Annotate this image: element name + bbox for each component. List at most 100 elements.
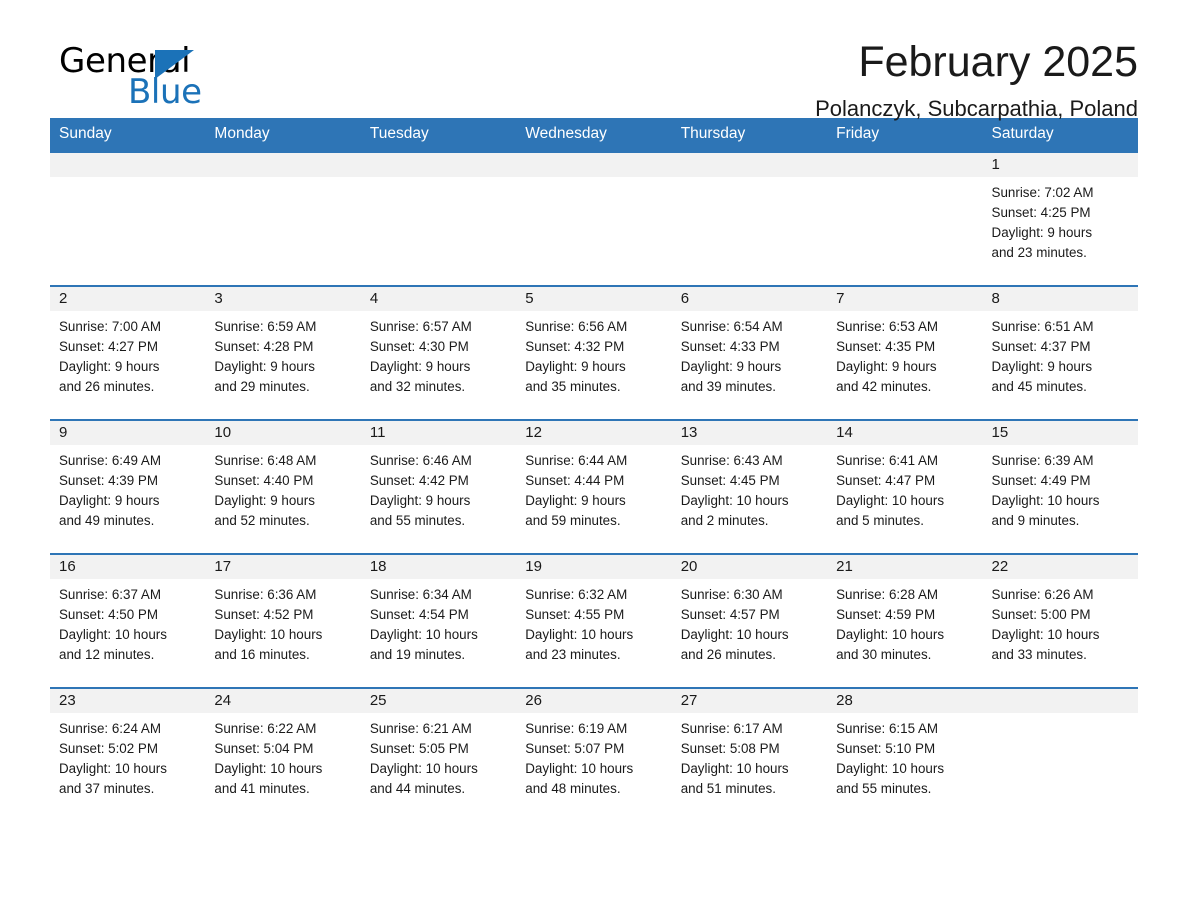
day-details: Sunrise: 6:54 AM Sunset: 4:33 PM Daylight:… [672, 311, 827, 397]
calendar-day-cell[interactable]: 20 Sunrise: 6:30 AM Sunset: 4:57 PM Dayligh… [671, 553, 828, 688]
calendar-day-cell[interactable]: 19 Sunrise: 6:32 AM Sunset: 4:55 PM Dayligh… [516, 553, 672, 688]
day-number [360, 153, 517, 177]
day-detail-line: Sunrise: 6:26 AM [991, 587, 1094, 602]
day-details: Sunrise: 6:22 AM Sunset: 5:04 PM Daylight:… [205, 713, 360, 799]
day-detail-line: and 9 minutes. [991, 513, 1080, 528]
day-details: Sunrise: 6:36 AM Sunset: 4:52 PM Daylight:… [205, 579, 360, 665]
day-detail-line: and 19 minutes. [369, 647, 466, 662]
day-details [672, 177, 827, 183]
day-detail-line: Sunrise: 6:46 AM [369, 453, 472, 468]
day-details [50, 177, 205, 183]
calendar-day-cell[interactable]: 1 Sunrise: 7:02 AM Sunset: 4:25 PM Daylight… [982, 151, 1138, 286]
day-number: 3 [205, 287, 361, 311]
day-detail-line: and 5 minutes. [836, 513, 924, 528]
day-detail-line: and 49 minutes. [59, 513, 155, 528]
calendar-day-cell[interactable]: 27 Sunrise: 6:17 AM Sunset: 5:08 PM Dayligh… [671, 687, 828, 822]
calendar-day-cell[interactable]: 23 Sunrise: 6:24 AM Sunset: 5:02 PM Dayligh… [50, 687, 206, 822]
calendar-day-cell[interactable]: 28 Sunrise: 6:15 AM Sunset: 5:10 PM Dayligh… [827, 687, 983, 822]
day-detail-line: Sunset: 5:08 PM [680, 741, 780, 756]
day-detail-line: Sunrise: 6:30 AM [680, 587, 783, 602]
calendar-day-cell[interactable]: 9 Sunrise: 6:49 AM Sunset: 4:39 PM Daylight… [50, 419, 206, 554]
calendar-day-cell[interactable]: 2 Sunrise: 7:00 AM Sunset: 4:27 PM Daylight… [50, 285, 206, 420]
day-details: Sunrise: 6:48 AM Sunset: 4:40 PM Daylight:… [205, 445, 360, 531]
day-detail-line: Daylight: 10 hours [836, 761, 945, 776]
day-detail-line: Sunrise: 6:32 AM [525, 587, 628, 602]
calendar-day-cell[interactable]: 15 Sunrise: 6:39 AM Sunset: 4:49 PM Dayligh… [982, 419, 1138, 554]
day-detail-line: Sunset: 4:39 PM [59, 473, 158, 488]
day-detail-line: Sunset: 4:27 PM [59, 339, 158, 354]
day-number: 14 [827, 421, 983, 445]
day-details: Sunrise: 6:46 AM Sunset: 4:42 PM Daylight:… [361, 445, 516, 531]
calendar-day-cell[interactable]: 4 Sunrise: 6:57 AM Sunset: 4:30 PM Daylight… [360, 285, 517, 420]
day-detail-line: and 37 minutes. [59, 781, 155, 796]
calendar-day-cell[interactable]: 7 Sunrise: 6:53 AM Sunset: 4:35 PM Daylight… [827, 285, 983, 420]
calendar-day-cell[interactable]: 17 Sunrise: 6:36 AM Sunset: 4:52 PM Dayligh… [205, 553, 361, 688]
calendar-day-cell[interactable]: 16 Sunrise: 6:37 AM Sunset: 4:50 PM Dayligh… [50, 553, 206, 688]
calendar-day-cell[interactable]: 11 Sunrise: 6:46 AM Sunset: 4:42 PM Dayligh… [360, 419, 517, 554]
calendar-day-cell[interactable]: 13 Sunrise: 6:43 AM Sunset: 4:45 PM Dayligh… [671, 419, 828, 554]
day-detail-line: Sunrise: 6:15 AM [836, 721, 939, 736]
day-detail-line: and 55 minutes. [369, 513, 466, 528]
day-detail-line: Sunset: 4:45 PM [680, 473, 780, 488]
day-number: 11 [360, 421, 517, 445]
day-details [827, 177, 982, 183]
calendar-day-cell[interactable]: 26 Sunrise: 6:19 AM Sunset: 5:07 PM Dayligh… [516, 687, 672, 822]
day-detail-line: Sunrise: 6:39 AM [991, 453, 1094, 468]
general-blue-logo[interactable]: General Blue [50, 44, 280, 114]
day-detail-line: and 51 minutes. [680, 781, 776, 796]
day-detail-line: Daylight: 9 hours [525, 359, 626, 374]
calendar-day-cell[interactable]: 3 Sunrise: 6:59 AM Sunset: 4:28 PM Daylight… [205, 285, 361, 420]
day-number: 21 [827, 555, 983, 579]
day-detail-line: Daylight: 9 hours [525, 493, 626, 508]
calendar-day-cell[interactable]: 5 Sunrise: 6:56 AM Sunset: 4:32 PM Daylight… [516, 285, 672, 420]
calendar-day-cell[interactable]: 18 Sunrise: 6:34 AM Sunset: 4:54 PM Dayligh… [360, 553, 517, 688]
day-detail-line: and 52 minutes. [214, 513, 310, 528]
day-detail-line: and 48 minutes. [525, 781, 621, 796]
calendar-day-cell[interactable]: 25 Sunrise: 6:21 AM Sunset: 5:05 PM Dayligh… [360, 687, 517, 822]
day-detail-line: and 2 minutes. [680, 513, 769, 528]
weekday-header-row: Sunday Monday Tuesday Wednesday Thursday… [50, 118, 1138, 152]
day-number [827, 153, 983, 177]
calendar-day-cell[interactable]: 24 Sunrise: 6:22 AM Sunset: 5:04 PM Dayligh… [205, 687, 361, 822]
day-detail-line: Sunrise: 6:59 AM [214, 319, 317, 334]
day-detail-line: Daylight: 9 hours [680, 359, 782, 374]
day-detail-line: Sunset: 4:59 PM [836, 607, 936, 622]
day-number: 18 [360, 555, 517, 579]
calendar-day-cell[interactable]: 12 Sunrise: 6:44 AM Sunset: 4:44 PM Dayligh… [516, 419, 672, 554]
day-number: 28 [827, 689, 983, 713]
calendar-day-cell[interactable]: 10 Sunrise: 6:48 AM Sunset: 4:40 PM Dayligh… [205, 419, 361, 554]
day-detail-line: Sunrise: 6:51 AM [991, 319, 1094, 334]
day-detail-line: and 26 minutes. [680, 647, 776, 662]
location-subtitle: Polanczyk, Subcarpathia, Poland [815, 96, 1138, 121]
calendar-day-cell[interactable]: 14 Sunrise: 6:41 AM Sunset: 4:47 PM Dayligh… [827, 419, 983, 554]
day-details: Sunrise: 6:15 AM Sunset: 5:10 PM Daylight:… [827, 713, 982, 799]
day-details: Sunrise: 6:28 AM Sunset: 4:59 PM Daylight:… [827, 579, 982, 665]
day-details: Sunrise: 6:49 AM Sunset: 4:39 PM Daylight:… [50, 445, 205, 531]
day-details: Sunrise: 6:43 AM Sunset: 4:45 PM Daylight:… [672, 445, 827, 531]
page-header: General Blue February 2025 Polanczyk, Su… [50, 0, 1138, 121]
day-detail-line: Sunset: 4:35 PM [836, 339, 936, 354]
day-detail-line: Daylight: 10 hours [525, 627, 634, 642]
sunrise-sunset-calendar: Sunday Monday Tuesday Wednesday Thursday… [50, 118, 1138, 822]
day-detail-line: Sunset: 4:42 PM [369, 473, 469, 488]
calendar-day-cell[interactable]: 21 Sunrise: 6:28 AM Sunset: 4:59 PM Dayligh… [827, 553, 983, 688]
day-detail-line: Sunset: 5:05 PM [369, 741, 469, 756]
day-detail-line: Sunrise: 6:44 AM [525, 453, 628, 468]
day-detail-line: Daylight: 10 hours [680, 627, 789, 642]
day-detail-line: and 23 minutes. [991, 245, 1087, 260]
calendar-empty-cell [982, 687, 1138, 822]
day-detail-line: Daylight: 9 hours [836, 359, 937, 374]
calendar-day-cell[interactable]: 22 Sunrise: 6:26 AM Sunset: 5:00 PM Dayligh… [982, 553, 1138, 688]
calendar-week-row: 16 Sunrise: 6:37 AM Sunset: 4:50 PM Dayligh… [50, 553, 1138, 688]
day-detail-line: Sunrise: 6:49 AM [59, 453, 161, 468]
day-detail-line: Sunrise: 6:28 AM [836, 587, 939, 602]
calendar-day-cell[interactable]: 8 Sunrise: 6:51 AM Sunset: 4:37 PM Daylight… [982, 285, 1138, 420]
calendar-week-row: 2 Sunrise: 7:00 AM Sunset: 4:27 PM Daylight… [50, 285, 1138, 420]
day-number: 1 [982, 153, 1138, 177]
day-detail-line: Daylight: 10 hours [214, 627, 323, 642]
day-detail-line: and 39 minutes. [680, 379, 776, 394]
day-detail-line: Sunset: 5:04 PM [214, 741, 314, 756]
day-detail-line: and 23 minutes. [525, 647, 621, 662]
calendar-day-cell[interactable]: 6 Sunrise: 6:54 AM Sunset: 4:33 PM Daylight… [671, 285, 828, 420]
day-number: 2 [50, 287, 206, 311]
